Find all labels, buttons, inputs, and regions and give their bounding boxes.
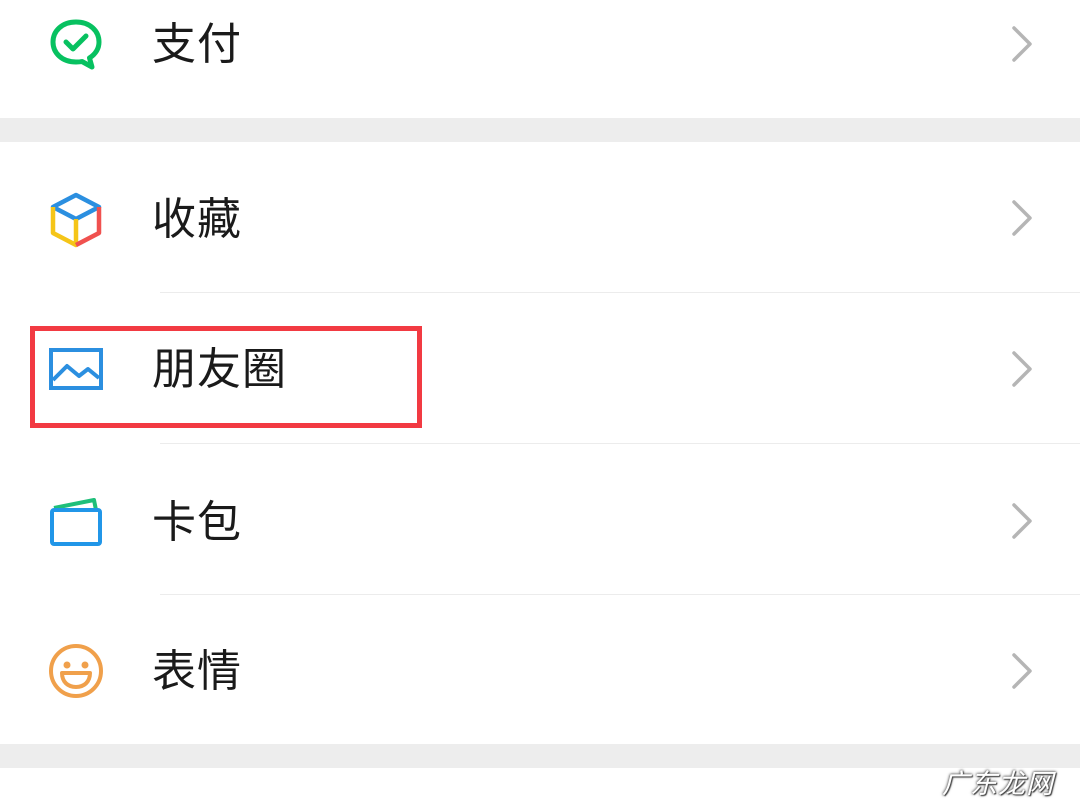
menu-item-favorites-label: 收藏 — [152, 194, 242, 245]
menu-group-pay: 支付 — [0, 0, 1080, 118]
menu-item-card-wallet-label: 卡包 — [152, 497, 242, 548]
menu-item-stickers-label: 表情 — [152, 646, 242, 697]
watermark-text: 广东龙网 — [942, 769, 1054, 800]
chevron-right-icon — [1012, 653, 1032, 689]
menu-item-moments-label: 朋友圈 — [152, 344, 287, 395]
menu-group-main: 收藏 朋友圈 卡包 表情 — [0, 142, 1080, 744]
favorites-cube-icon — [46, 190, 106, 250]
menu-group-settings-partial — [0, 768, 1080, 808]
menu-item-stickers[interactable]: 表情 — [0, 595, 1080, 745]
chevron-right-icon — [1012, 200, 1032, 236]
menu-item-pay[interactable]: 支付 — [0, 0, 1080, 118]
card-wallet-icon — [46, 492, 106, 552]
chevron-right-icon — [1012, 503, 1032, 539]
chevron-right-icon — [1012, 26, 1032, 62]
wechat-pay-icon — [46, 14, 106, 74]
wechat-me-menu-screen: 支付 收藏 朋友圈 卡包 表情 广东龙网 — [0, 0, 1080, 808]
smiley-face-icon — [46, 641, 106, 701]
moments-picture-icon — [46, 339, 106, 399]
menu-item-favorites[interactable]: 收藏 — [0, 142, 1080, 292]
chevron-right-icon — [1012, 351, 1032, 387]
menu-item-moments[interactable]: 朋友圈 — [0, 293, 1080, 443]
menu-item-card-wallet[interactable]: 卡包 — [0, 444, 1080, 594]
menu-item-pay-label: 支付 — [152, 19, 242, 70]
